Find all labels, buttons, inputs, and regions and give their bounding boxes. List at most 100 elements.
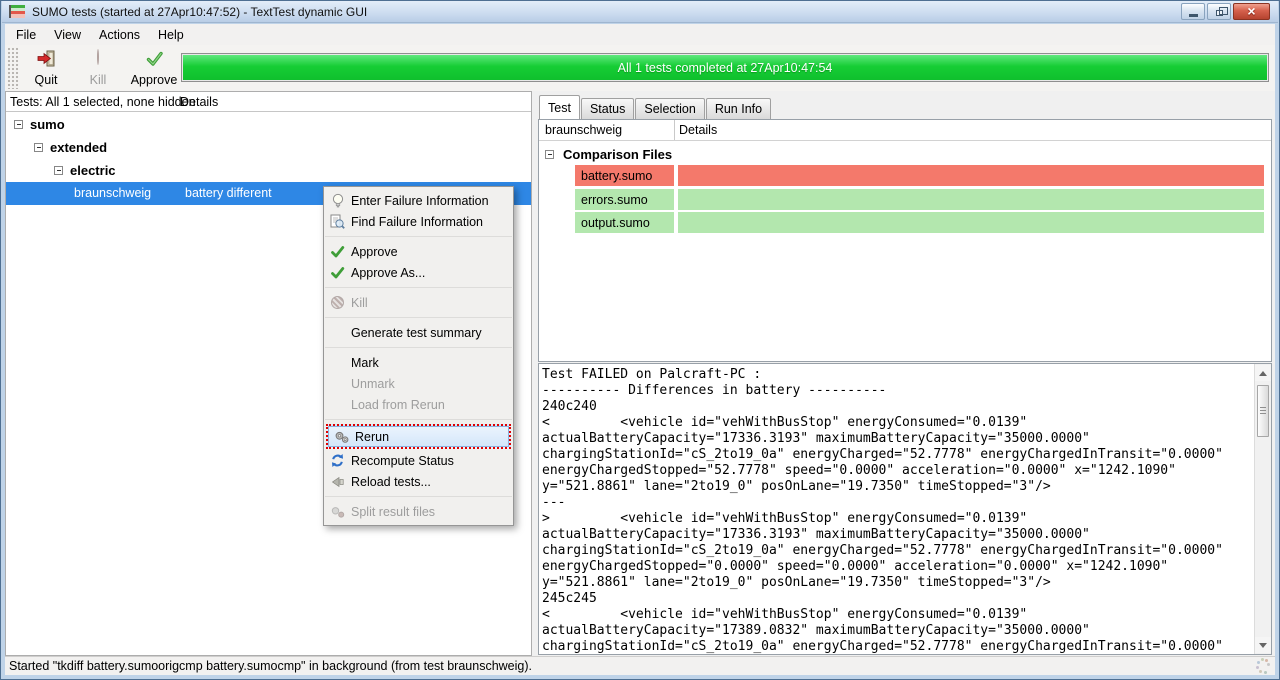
- reload-icon: [324, 475, 351, 489]
- minimize-icon: [1189, 14, 1198, 17]
- quit-button[interactable]: Quit: [23, 48, 69, 89]
- menu-item-label: Split result files: [351, 505, 435, 519]
- collapse-expander-icon[interactable]: [34, 143, 43, 152]
- menu-view[interactable]: View: [45, 26, 90, 44]
- collapse-expander-icon[interactable]: [14, 120, 23, 129]
- menu-bar: File View Actions Help: [5, 24, 1275, 45]
- diff-text-view[interactable]: Test FAILED on Palcraft-PC : ---------- …: [538, 363, 1272, 655]
- kill-button: Kill: [75, 48, 121, 89]
- test-status: battery different: [185, 186, 272, 200]
- kill-icon: [97, 50, 99, 64]
- tests-summary-label: Tests: All 1 selected, none hidden: [10, 95, 196, 109]
- menu-help[interactable]: Help: [149, 26, 193, 44]
- collapse-expander-icon[interactable]: [545, 150, 554, 159]
- vertical-scrollbar[interactable]: [1254, 364, 1271, 654]
- tree-row-sumo[interactable]: sumo: [6, 113, 531, 136]
- group-label: Comparison Files: [563, 147, 672, 162]
- test-name: braunschweig: [74, 186, 151, 200]
- file-name: battery.sumo: [575, 165, 674, 186]
- test-progress-text: All 1 tests completed at 27Apr10:47:54: [618, 61, 833, 75]
- menu-separator: [325, 317, 512, 318]
- tree-row-extended[interactable]: extended: [6, 136, 531, 159]
- scrollbar-thumb[interactable]: [1257, 385, 1269, 437]
- menu-separator: [325, 236, 512, 237]
- menu-item-mark[interactable]: Mark: [324, 352, 513, 373]
- menu-separator: [325, 347, 512, 348]
- menu-item-approve[interactable]: Approve: [324, 241, 513, 262]
- menu-item-label: Unmark: [351, 377, 395, 391]
- file-detail-bar: [678, 165, 1264, 186]
- toolbar: Quit Kill Approve All 1 tests completed …: [5, 45, 1275, 91]
- detail-panel: Test Status Selection Run Info braunschw…: [538, 91, 1275, 656]
- menu-item-label: Kill: [351, 296, 368, 310]
- main-area: Tests: All 1 selected, none hidden Detai…: [5, 91, 1275, 656]
- scroll-down-button[interactable]: [1255, 637, 1271, 653]
- file-row-battery[interactable]: battery.sumo: [539, 165, 1271, 186]
- menu-item-generate-test-summary[interactable]: Generate test summary: [324, 322, 513, 343]
- gears-icon: [328, 430, 355, 444]
- file-table-details-column: Details: [679, 123, 717, 137]
- find-icon: [324, 214, 351, 230]
- close-icon: [1247, 3, 1255, 21]
- restore-icon: [1216, 10, 1223, 16]
- menu-separator: [325, 287, 512, 288]
- menu-file[interactable]: File: [7, 26, 45, 44]
- menu-item-approve-as[interactable]: Approve As...: [324, 262, 513, 283]
- details-column-header: Details: [180, 95, 218, 109]
- menu-item-find-failure-information[interactable]: Find Failure Information: [324, 211, 513, 232]
- quit-door-icon: [37, 50, 56, 70]
- approve-check-icon: [145, 50, 164, 70]
- menu-separator: [325, 419, 512, 420]
- menu-separator: [325, 496, 512, 497]
- close-button[interactable]: [1233, 3, 1270, 20]
- menu-item-label: Approve As...: [351, 266, 425, 280]
- menu-item-label: Rerun: [355, 430, 389, 444]
- suite-label: electric: [70, 163, 116, 178]
- minimize-button[interactable]: [1181, 3, 1205, 20]
- menu-item-label: Reload tests...: [351, 475, 431, 489]
- arrow-up-icon: [1259, 371, 1267, 376]
- arrow-down-icon: [1259, 643, 1267, 648]
- scroll-up-button[interactable]: [1255, 365, 1271, 381]
- status-bar-text: Started "tkdiff battery.sumoorigcmp batt…: [9, 659, 532, 673]
- menu-actions[interactable]: Actions: [90, 26, 149, 44]
- toolbar-grip[interactable]: [7, 47, 19, 89]
- file-detail-bar: [678, 212, 1264, 233]
- tab-run-info[interactable]: Run Info: [706, 98, 771, 119]
- menu-item-enter-failure-information[interactable]: Enter Failure Information: [324, 190, 513, 211]
- approve-label: Approve: [131, 73, 178, 87]
- tab-selection[interactable]: Selection: [635, 98, 704, 119]
- test-context-menu: Enter Failure Information Find Failure I…: [323, 186, 514, 526]
- menu-item-label: Recompute Status: [351, 454, 454, 468]
- quit-label: Quit: [35, 73, 58, 87]
- window-title: SUMO tests (started at 27Apr10:47:52) - …: [32, 5, 367, 19]
- restore-button[interactable]: [1207, 3, 1231, 20]
- refresh-icon: [324, 453, 351, 468]
- menu-item-recompute-status[interactable]: Recompute Status: [324, 450, 513, 471]
- kill-label: Kill: [90, 73, 107, 87]
- comparison-files-group-row[interactable]: Comparison Files: [539, 143, 1271, 165]
- tab-test[interactable]: Test: [539, 95, 580, 119]
- menu-item-rerun[interactable]: Rerun: [326, 424, 511, 449]
- resize-grip-icon[interactable]: [1256, 658, 1271, 672]
- check-icon: [324, 245, 351, 259]
- file-row-output[interactable]: output.sumo: [539, 212, 1271, 233]
- title-bar: SUMO tests (started at 27Apr10:47:52) - …: [2, 1, 1278, 23]
- test-progress-fill: All 1 tests completed at 27Apr10:47:54: [183, 55, 1267, 80]
- split-icon: [324, 505, 351, 519]
- menu-item-reload-tests[interactable]: Reload tests...: [324, 471, 513, 492]
- app-window: SUMO tests (started at 27Apr10:47:52) - …: [0, 0, 1280, 680]
- file-row-errors[interactable]: errors.sumo: [539, 189, 1271, 210]
- column-divider: [674, 120, 675, 140]
- suite-label: sumo: [30, 117, 65, 132]
- collapse-expander-icon[interactable]: [54, 166, 63, 175]
- tab-status[interactable]: Status: [581, 98, 634, 119]
- tree-row-electric[interactable]: electric: [6, 159, 531, 182]
- menu-item-label: Load from Rerun: [351, 398, 445, 412]
- file-name: output.sumo: [575, 212, 674, 233]
- status-bar: Started "tkdiff battery.sumoorigcmp batt…: [5, 656, 1275, 675]
- menu-item-unmark: Unmark: [324, 373, 513, 394]
- lightbulb-icon: [324, 193, 351, 209]
- approve-button[interactable]: Approve: [125, 48, 183, 89]
- test-tree-header: Tests: All 1 selected, none hidden Detai…: [6, 92, 531, 112]
